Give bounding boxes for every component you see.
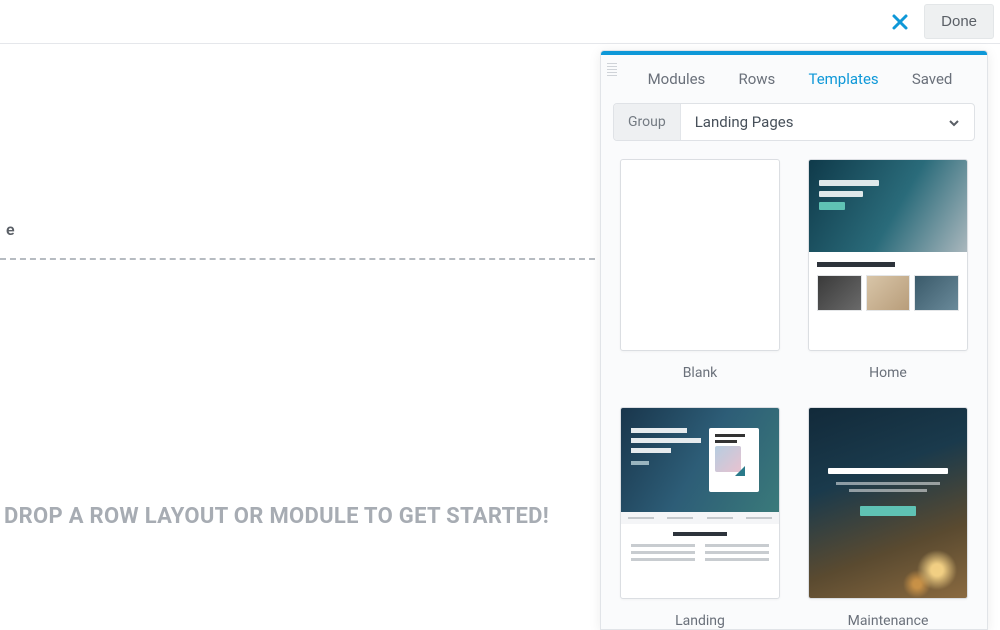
drag-handle-icon[interactable] — [607, 63, 617, 77]
template-caption: Landing — [675, 613, 725, 629]
tab-rows[interactable]: Rows — [738, 70, 775, 88]
template-maintenance[interactable]: Maintenance — [807, 407, 969, 629]
group-label: Group — [614, 104, 681, 140]
group-select[interactable]: Landing Pages — [681, 104, 974, 140]
template-thumbnail — [620, 159, 780, 351]
templates-grid: Blank Home — [601, 153, 987, 629]
done-button[interactable]: Done — [924, 4, 994, 39]
close-icon[interactable] — [886, 8, 914, 36]
panel-arrow-icon — [881, 50, 901, 51]
drop-message: DROP A ROW LAYOUT OR MODULE TO GET START… — [4, 504, 549, 529]
content-panel: Modules Rows Templates Saved Group Landi… — [600, 50, 988, 630]
template-thumbnail — [808, 159, 968, 351]
group-filter: Group Landing Pages — [613, 103, 975, 141]
drop-divider — [0, 258, 595, 260]
tab-templates[interactable]: Templates — [808, 70, 878, 88]
template-landing[interactable]: Landing — [619, 407, 781, 629]
template-blank[interactable]: Blank — [619, 159, 781, 381]
template-caption: Blank — [683, 365, 718, 381]
template-caption: Home — [869, 365, 907, 381]
builder-topbar: Done — [0, 0, 1000, 44]
template-caption: Maintenance — [848, 613, 929, 629]
tab-modules[interactable]: Modules — [648, 70, 706, 88]
tab-saved[interactable]: Saved — [912, 70, 953, 88]
group-selected-value: Landing Pages — [695, 113, 794, 131]
template-thumbnail — [808, 407, 968, 599]
panel-tabs: Modules Rows Templates Saved — [601, 55, 987, 103]
canvas-edge-label: e — [0, 220, 15, 239]
templates-scroll[interactable]: Blank Home — [601, 153, 987, 629]
chevron-down-icon — [948, 113, 960, 131]
template-thumbnail — [620, 407, 780, 599]
template-home[interactable]: Home — [807, 159, 969, 381]
